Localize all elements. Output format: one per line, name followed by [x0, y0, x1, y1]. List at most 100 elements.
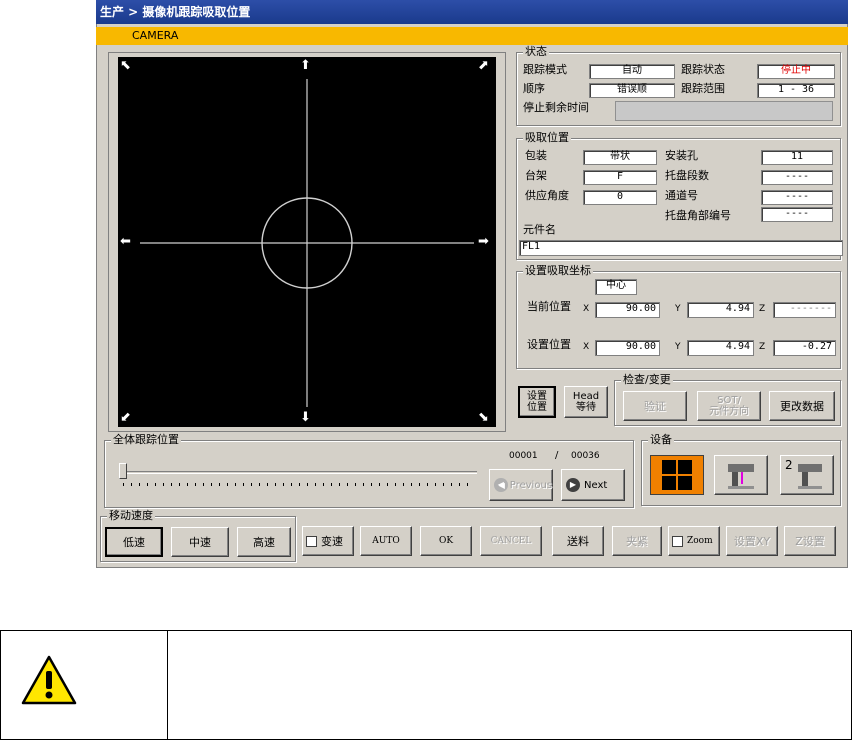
speed-high-button[interactable]: 高速: [237, 527, 291, 557]
track-total: 00036: [571, 451, 600, 461]
set-xy-button[interactable]: 设置XY: [726, 526, 778, 556]
arrow-up-left-icon[interactable]: ⬉: [120, 59, 131, 72]
shift-label: 变速: [321, 535, 343, 548]
tray-corner-label: 托盘角部编号: [665, 209, 731, 222]
stop-remaining-value: [615, 101, 833, 121]
center-value: 中心: [595, 279, 637, 295]
status-legend: 状态: [523, 45, 549, 59]
sot-direction-button[interactable]: SOT/ 元件方向: [697, 391, 761, 421]
track-mode-label: 跟踪模式: [523, 63, 567, 76]
next-button[interactable]: ▶ Next: [561, 469, 625, 501]
current-y-label: Y: [675, 304, 681, 314]
set-z-label: Z: [759, 342, 766, 352]
order-label: 顺序: [523, 82, 545, 95]
next-label: Next: [584, 479, 608, 491]
nozzle-head-icon: [728, 464, 754, 489]
rack-label: 台架: [525, 169, 547, 182]
package-value: 带状: [583, 150, 657, 165]
coords-legend: 设置吸取坐标: [523, 264, 593, 278]
device-head-button[interactable]: [714, 455, 768, 495]
window-title: 生产 > 摄像机跟踪吸取位置: [96, 0, 848, 24]
track-all-group: 全体跟踪位置 00001 / 00036 ◀ Previous ▶ Next: [104, 433, 634, 508]
verify-button[interactable]: 验证: [623, 391, 687, 421]
stop-remaining-label: 停止剩余时间: [523, 101, 589, 114]
shift-speed-toggle[interactable]: 变速: [302, 526, 354, 556]
camera-label: CAMERA: [132, 29, 179, 42]
feed-button[interactable]: 送料: [552, 526, 604, 556]
set-y-value: 4.94: [687, 340, 754, 356]
shift-checkbox[interactable]: [306, 535, 317, 547]
zoom-checkbox[interactable]: [672, 535, 683, 547]
set-x-value: 90.00: [595, 340, 660, 356]
arrow-up-icon[interactable]: ⬆: [300, 59, 311, 72]
device-grid-button[interactable]: [650, 455, 704, 495]
set-y-label: Y: [675, 342, 681, 352]
track-all-legend: 全体跟踪位置: [111, 433, 181, 447]
set-position-button[interactable]: 设置 位置: [518, 386, 556, 418]
set-position-line2: 位置: [527, 402, 547, 413]
warning-icon: [21, 655, 77, 705]
cancel-button[interactable]: CANCEL: [480, 526, 542, 556]
current-z-label: Z: [759, 304, 766, 314]
check-change-group: 检查/变更 验证 SOT/ 元件方向 更改数据: [614, 373, 841, 426]
previous-button[interactable]: ◀ Previous: [489, 469, 553, 501]
set-pick-coords-group: 设置吸取坐标 中心 当前位置 X 90.00 Y 4.94 Z ------- …: [516, 264, 841, 369]
head-wait-line2: 等待: [576, 402, 596, 413]
rack-value: F: [583, 170, 657, 185]
arrow-down-icon[interactable]: ⬇: [300, 411, 311, 424]
set-x-label: X: [583, 342, 590, 352]
part-name-value: FL1: [519, 240, 843, 256]
change-data-button[interactable]: 更改数据: [769, 391, 835, 421]
arrow-up-right-icon[interactable]: ⬈: [478, 59, 489, 72]
current-z-value: -------: [773, 302, 836, 318]
package-label: 包装: [525, 149, 547, 162]
z-set-button[interactable]: Z设置: [784, 526, 836, 556]
arrow-left-icon[interactable]: ⬅: [120, 235, 131, 248]
current-pos-label: 当前位置: [527, 300, 571, 313]
camera-bar: CAMERA: [96, 27, 848, 45]
grid-four-icon: [662, 460, 692, 490]
mount-hole-value: 11: [761, 150, 833, 165]
sot-line1: SOT/: [717, 395, 741, 406]
track-state-value: 停止中: [757, 64, 835, 79]
arrow-down-right-icon[interactable]: ⬊: [478, 411, 489, 424]
arrow-down-left-icon[interactable]: ⬋: [120, 411, 131, 424]
check-change-legend: 检查/变更: [621, 373, 673, 387]
speed-low-button[interactable]: 低速: [105, 527, 163, 557]
auto-button[interactable]: AUTO: [360, 526, 412, 556]
status-group: 状态 跟踪模式 自动 跟踪状态 停止中 顺序 错误顺 跟踪范围 1 - 36 停…: [516, 45, 841, 126]
pick-legend: 吸取位置: [523, 131, 571, 145]
clamp-button[interactable]: 夹紧: [612, 526, 662, 556]
lane-value: ----: [761, 190, 833, 205]
tray-corner-value: ----: [761, 207, 833, 222]
device-head2-button[interactable]: 2: [780, 455, 834, 495]
camera-view[interactable]: ⬉ ⬆ ⬈ ⬅ ➡ ⬋ ⬇ ⬊: [118, 57, 496, 427]
next-icon: ▶: [566, 478, 580, 492]
zoom-toggle[interactable]: Zoom: [668, 526, 720, 556]
track-mode-value: 自动: [589, 64, 675, 79]
device-legend: 设备: [648, 433, 674, 447]
device-group: 设备 2: [641, 433, 841, 506]
head-wait-button[interactable]: Head 等待: [564, 386, 608, 418]
nozzle-head-2-icon: [798, 464, 822, 489]
lane-label: 通道号: [665, 189, 698, 202]
current-y-value: 4.94: [687, 302, 754, 318]
ok-button[interactable]: OK: [420, 526, 472, 556]
sot-line2: 元件方向: [709, 406, 749, 417]
speed-mid-button[interactable]: 中速: [171, 527, 229, 557]
arrow-right-icon[interactable]: ➡: [478, 235, 489, 248]
track-slider[interactable]: [119, 463, 477, 489]
head-wait-line1: Head: [572, 391, 600, 402]
warning-divider: [167, 631, 168, 739]
slider-thumb[interactable]: [119, 463, 127, 479]
crosshair-overlay: [140, 79, 474, 407]
order-value: 错误顺: [589, 83, 675, 98]
pick-position-group: 吸取位置 包装 带状 安装孔 11 台架 F 托盘段数 ---- 供应角度 0 …: [516, 131, 843, 260]
move-speed-group: 移动速度 低速 中速 高速: [100, 509, 296, 562]
zoom-label: Zoom: [687, 536, 713, 546]
speed-legend: 移动速度: [107, 509, 155, 523]
previous-label: Previous: [509, 479, 552, 491]
previous-icon: ◀: [494, 478, 508, 492]
warning-box: [0, 630, 852, 740]
current-x-value: 90.00: [595, 302, 660, 318]
